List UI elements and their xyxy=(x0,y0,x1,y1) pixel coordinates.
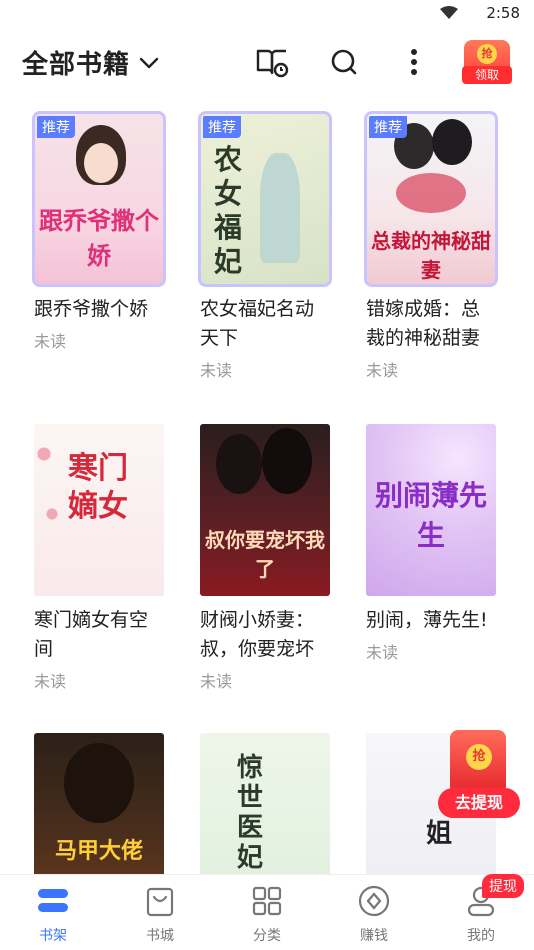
chevron-down-icon xyxy=(139,57,159,68)
book-cover[interactable]: 总裁的神秘甜妻 推荐 xyxy=(364,111,498,287)
book-title: 别闹，薄先生! xyxy=(366,609,488,631)
float-withdraw-label: 去提现 xyxy=(438,788,520,818)
read-status: 未读 xyxy=(366,643,399,662)
more-options-button[interactable] xyxy=(396,44,432,80)
nav-bookstore[interactable]: 书城 xyxy=(125,883,195,945)
recommend-badge: 推荐 xyxy=(37,116,75,138)
withdraw-badge: 提现 xyxy=(482,874,524,898)
reading-history-button[interactable] xyxy=(254,44,290,80)
reward-label: 领取 xyxy=(462,66,512,84)
book-item[interactable]: 总裁的神秘甜妻 推荐 错嫁成婚：总裁的神秘甜妻 未读 xyxy=(364,111,506,381)
more-vertical-icon xyxy=(411,49,417,75)
claim-reward-button[interactable]: 抢 领取 xyxy=(462,38,512,84)
status-time: 2:58 xyxy=(486,4,520,22)
read-status: 未读 xyxy=(34,672,67,691)
book-title: 财阀小娇妻：叔，你要宠坏 xyxy=(200,609,315,660)
book-title: 跟乔爷撒个娇 xyxy=(34,298,149,320)
battery-icon xyxy=(468,6,476,20)
book-filter-dropdown[interactable]: 全部书籍 xyxy=(22,44,160,81)
cover-title: 寒门嫡女 xyxy=(68,451,128,524)
search-button[interactable] xyxy=(326,44,362,80)
cover-title: 别闹薄先生 xyxy=(374,479,487,552)
cover-title: 农女福妃 xyxy=(213,143,242,278)
bookshelf-icon xyxy=(38,889,68,912)
read-status: 未读 xyxy=(200,361,233,380)
reward-coin: 抢 xyxy=(477,44,497,64)
nav-bookshelf[interactable]: 书架 xyxy=(18,883,88,945)
cover-title: 叔你要宠坏我了 xyxy=(205,528,325,581)
search-icon xyxy=(331,49,357,75)
book-title: 农女福妃名动天下 xyxy=(200,298,315,349)
header: 全部书籍 抢 领取 xyxy=(0,36,534,86)
book-cover[interactable]: 叔你要宠坏我了 xyxy=(200,424,330,596)
book-cover[interactable]: 农女福妃 推荐 xyxy=(198,111,332,287)
grid-icon xyxy=(252,886,282,916)
cover-title: 总裁的神秘甜妻 xyxy=(371,229,491,282)
nav-label: 我的 xyxy=(467,928,495,944)
nav-category[interactable]: 分类 xyxy=(232,883,302,945)
nav-label: 赚钱 xyxy=(360,928,388,944)
book-item[interactable]: 农女福妃 推荐 农女福妃名动天下 未读 xyxy=(198,111,340,381)
book-item[interactable]: 寒门嫡女 寒门嫡女有空间 未读 xyxy=(34,424,174,692)
book-title: 错嫁成婚：总裁的神秘甜妻 xyxy=(366,298,481,349)
read-status: 未读 xyxy=(366,361,399,380)
book-cover[interactable]: 跟乔爷撒个娇 推荐 xyxy=(32,111,166,287)
book-cover[interactable]: 寒门嫡女 xyxy=(34,424,164,596)
read-status: 未读 xyxy=(34,332,67,351)
read-status: 未读 xyxy=(200,672,233,691)
cover-title: 马甲大佬 xyxy=(54,838,143,864)
float-coin: 抢 xyxy=(466,744,492,770)
nav-label: 书城 xyxy=(146,928,174,944)
recommend-badge: 推荐 xyxy=(369,116,407,138)
cover-title: 跟乔爷撒个娇 xyxy=(39,206,159,270)
bottom-nav: 书架 书城 分类 赚钱 我的 xyxy=(0,874,534,950)
shopping-bag-icon xyxy=(146,887,174,917)
book-cover[interactable]: 别闹薄先生 xyxy=(366,424,496,596)
book-item[interactable]: 别闹薄先生 别闹，薄先生! 未读 xyxy=(366,424,506,663)
coin-icon xyxy=(358,885,390,917)
withdraw-float-button[interactable]: 抢 去提现 xyxy=(438,730,520,822)
page-title: 全部书籍 xyxy=(22,50,131,80)
book-clock-icon xyxy=(256,49,289,78)
book-title: 寒门嫡女有空间 xyxy=(34,609,149,660)
cover-title: 惊世医妃 xyxy=(236,753,263,873)
recommend-badge: 推荐 xyxy=(203,116,241,138)
nav-earn[interactable]: 赚钱 xyxy=(339,883,409,945)
wifi-icon xyxy=(440,6,459,19)
nav-label: 书架 xyxy=(39,928,67,944)
book-item[interactable]: 叔你要宠坏我了 财阀小娇妻：叔，你要宠坏 未读 xyxy=(200,424,340,692)
status-bar: 2:58 xyxy=(0,0,534,30)
nav-label: 分类 xyxy=(253,928,281,944)
book-item[interactable]: 跟乔爷撒个娇 推荐 跟乔爷撒个娇 未读 xyxy=(32,111,174,352)
